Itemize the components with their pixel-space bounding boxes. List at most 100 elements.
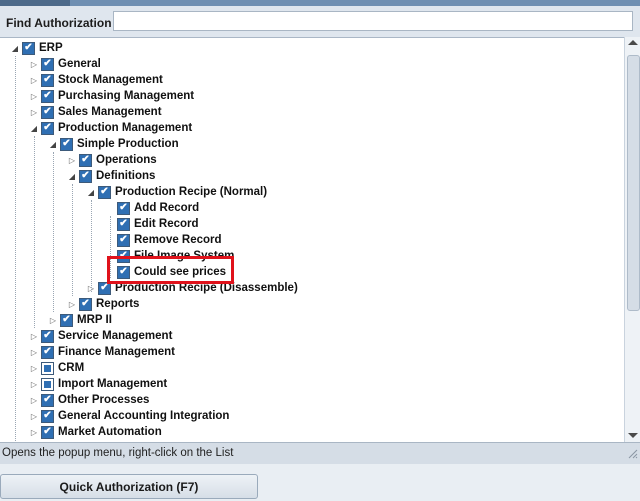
- tree-node-label: Finance Management: [58, 346, 175, 358]
- checked-checkbox[interactable]: ✔: [60, 313, 73, 327]
- status-bar: Opens the popup menu, right-click on the…: [0, 442, 640, 465]
- tree-node-defs[interactable]: ◢ ✔ Definitions: [67, 168, 155, 184]
- tree-node-prn[interactable]: ◢ ✔ Production Recipe (Normal): [86, 184, 267, 200]
- bottom-panel: Quick Authorization (F7): [0, 464, 640, 501]
- tree-node-label: Remove Record: [134, 234, 222, 246]
- tree-node-erp[interactable]: ◢ ✔ ERP: [10, 40, 63, 56]
- tree-node-sales[interactable]: ▷ ✔ Sales Management: [29, 104, 162, 120]
- tree-guide-line: [53, 152, 54, 312]
- tree-node-label: Production Management: [58, 122, 193, 134]
- tree-guide-line: [15, 56, 16, 443]
- expanded-arrow-icon[interactable]: ◢: [29, 120, 39, 136]
- checked-checkbox[interactable]: ✔: [79, 297, 92, 311]
- tree-node-import[interactable]: ▷ Import Management: [29, 376, 167, 392]
- tree-node-other[interactable]: ▷ ✔ Other Processes: [29, 392, 149, 408]
- collapsed-arrow-icon[interactable]: ▷: [29, 360, 39, 376]
- checked-checkbox[interactable]: ✔: [41, 409, 54, 423]
- tree-node-label: Definitions: [96, 170, 156, 182]
- tree-node-label: Add Record: [134, 202, 200, 214]
- tree-node-edit[interactable]: ✔ Edit Record: [105, 216, 199, 232]
- partial-checkbox[interactable]: [41, 377, 54, 391]
- tree-node-label: Stock Management: [58, 74, 163, 86]
- checked-checkbox[interactable]: ✔: [41, 121, 54, 135]
- tree-node-general[interactable]: ▷ ✔ General: [29, 56, 101, 72]
- tree-node-purch[interactable]: ▷ ✔ Purchasing Management: [29, 88, 194, 104]
- tree-node-crm[interactable]: ▷ CRM: [29, 360, 84, 376]
- tree-node-prod[interactable]: ◢ ✔ Production Management: [29, 120, 192, 136]
- resize-grip-icon[interactable]: [628, 449, 638, 459]
- tree-node-finance[interactable]: ▷ ✔ Finance Management: [29, 344, 175, 360]
- collapsed-arrow-icon[interactable]: ▷: [67, 296, 77, 312]
- find-authorization-row: Find Authorization: [0, 6, 640, 37]
- tree-node-gai[interactable]: ▷ ✔ General Accounting Integration: [29, 408, 229, 424]
- tree-node-label: Market Automation: [58, 426, 162, 438]
- tree-node-label: General Accounting Integration: [58, 410, 230, 422]
- tree-node-simple[interactable]: ◢ ✔ Simple Production: [48, 136, 179, 152]
- tree-node-label: Reports: [96, 298, 140, 310]
- checked-checkbox[interactable]: ✔: [41, 89, 54, 103]
- partial-checkbox[interactable]: [41, 361, 54, 375]
- tree-node-label: Other Processes: [58, 394, 150, 406]
- tree-node-label: Import Management: [58, 378, 168, 390]
- checked-checkbox[interactable]: ✔: [117, 233, 130, 247]
- checked-checkbox[interactable]: ✔: [41, 57, 54, 71]
- tree-node-label: MRP II: [77, 314, 112, 326]
- checked-checkbox[interactable]: ✔: [60, 137, 73, 151]
- find-authorization-input[interactable]: [113, 11, 633, 31]
- tree-guide-line: [34, 136, 35, 328]
- checked-checkbox[interactable]: ✔: [117, 201, 130, 215]
- tree-guide-line: [91, 200, 92, 292]
- scroll-down-icon[interactable]: [628, 433, 638, 438]
- collapsed-arrow-icon[interactable]: ▷: [29, 56, 39, 72]
- collapsed-arrow-icon[interactable]: ▷: [29, 392, 39, 408]
- collapsed-arrow-icon[interactable]: ▷: [29, 72, 39, 88]
- scroll-up-icon[interactable]: [628, 40, 638, 45]
- tree-node-service[interactable]: ▷ ✔ Service Management: [29, 328, 172, 344]
- scroll-thumb[interactable]: [627, 55, 640, 311]
- tree-node-reports[interactable]: ▷ ✔ Reports: [67, 296, 139, 312]
- collapsed-arrow-icon[interactable]: ▷: [67, 152, 77, 168]
- collapsed-arrow-icon[interactable]: ▷: [29, 408, 39, 424]
- collapsed-arrow-icon[interactable]: ▷: [29, 424, 39, 440]
- expanded-arrow-icon[interactable]: ◢: [48, 136, 58, 152]
- tree-node-market[interactable]: ▷ ✔ Market Automation: [29, 424, 162, 440]
- find-authorization-label: Find Authorization: [6, 16, 112, 30]
- tree-node-ops[interactable]: ▷ ✔ Operations: [67, 152, 157, 168]
- checked-checkbox[interactable]: ✔: [117, 217, 130, 231]
- checked-checkbox[interactable]: ✔: [41, 73, 54, 87]
- tree-node-remove[interactable]: ✔ Remove Record: [105, 232, 222, 248]
- tree-scrollbar[interactable]: [624, 37, 640, 442]
- tree-node-label: Simple Production: [77, 138, 179, 150]
- checked-checkbox[interactable]: ✔: [98, 185, 111, 199]
- checked-checkbox[interactable]: ✔: [41, 105, 54, 119]
- collapsed-arrow-icon[interactable]: ▷: [48, 312, 58, 328]
- tree-node-label: Sales Management: [58, 106, 162, 118]
- collapsed-arrow-icon[interactable]: ▷: [29, 104, 39, 120]
- tree-connector: [105, 200, 115, 216]
- expanded-arrow-icon[interactable]: ◢: [86, 184, 96, 200]
- tree-guide-line: [72, 184, 73, 296]
- checked-checkbox[interactable]: ✔: [22, 41, 35, 55]
- authorization-tree[interactable]: ◢ ✔ ERP ▷ ✔ General ▷ ✔ Stock Management ▷ ✔ Purcha…: [0, 37, 624, 443]
- collapsed-arrow-icon[interactable]: ▷: [29, 376, 39, 392]
- tree-node-label: Production Recipe (Normal): [115, 186, 268, 198]
- collapsed-arrow-icon[interactable]: ▷: [29, 328, 39, 344]
- tree-node-label: Purchasing Management: [58, 90, 195, 102]
- collapsed-arrow-icon[interactable]: ▷: [29, 344, 39, 360]
- checked-checkbox[interactable]: ✔: [79, 169, 92, 183]
- tree-node-mrp[interactable]: ▷ ✔ MRP II: [48, 312, 112, 328]
- checked-checkbox[interactable]: ✔: [41, 329, 54, 343]
- expanded-arrow-icon[interactable]: ◢: [10, 40, 20, 56]
- checked-checkbox[interactable]: ✔: [41, 425, 54, 439]
- status-text: Opens the popup menu, right-click on the…: [2, 447, 234, 459]
- tree-node-label: General: [58, 58, 101, 70]
- checked-checkbox[interactable]: ✔: [41, 393, 54, 407]
- tree-node-label: ERP: [39, 42, 63, 54]
- quick-authorization-button[interactable]: Quick Authorization (F7): [0, 474, 258, 499]
- collapsed-arrow-icon[interactable]: ▷: [29, 88, 39, 104]
- expanded-arrow-icon[interactable]: ◢: [67, 168, 77, 184]
- checked-checkbox[interactable]: ✔: [41, 345, 54, 359]
- checked-checkbox[interactable]: ✔: [79, 153, 92, 167]
- tree-node-stock[interactable]: ▷ ✔ Stock Management: [29, 72, 163, 88]
- tree-node-add[interactable]: ✔ Add Record: [105, 200, 199, 216]
